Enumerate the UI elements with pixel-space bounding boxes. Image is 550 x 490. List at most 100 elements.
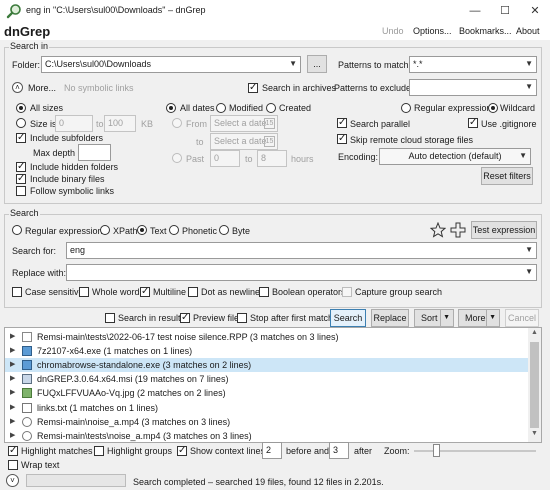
case-sensitive-checkbox[interactable]	[12, 287, 22, 297]
dot-newline-checkbox[interactable]	[188, 287, 198, 297]
sort-button[interactable]: Sort ▼	[414, 309, 454, 327]
result-row[interactable]: ▶ Remsi-main\tests\noise_a.mp4 (3 matches…	[5, 429, 530, 442]
wildcard-radio[interactable]	[488, 103, 498, 113]
search-byte-radio[interactable]	[219, 225, 229, 235]
search-phonetic-radio[interactable]	[169, 225, 179, 235]
result-row[interactable]: ▶ FUQxLFFVUAAo-Vq.jpg (2 matches on 2 lin…	[5, 386, 530, 400]
multiline-checkbox[interactable]	[140, 285, 150, 299]
results-tree[interactable]: ▶ Remsi-main\tests\2022-06-17 test noise …	[4, 327, 542, 443]
context-after-input[interactable]: 3	[329, 442, 349, 459]
about-menu[interactable]: About	[516, 26, 540, 36]
expand-chevron-icon[interactable]: ▶	[10, 330, 15, 344]
search-button[interactable]: Search	[330, 309, 366, 327]
chevron-down-icon[interactable]: ▼	[519, 151, 527, 160]
size-is-radio[interactable]	[16, 118, 26, 128]
reset-filters-button[interactable]: Reset filters	[481, 167, 533, 185]
result-row[interactable]: ▶ dnGREP.3.0.64.x64.msi (19 matches on 7 …	[5, 372, 530, 386]
from-date-radio[interactable]	[172, 118, 182, 128]
calendar-icon[interactable]: 15	[264, 136, 275, 147]
from-date-picker[interactable]: Select a date 15	[210, 115, 278, 132]
encoding-select[interactable]: Auto detection (default) ▼	[379, 148, 531, 165]
highlight-groups-checkbox[interactable]	[94, 446, 104, 456]
expand-more-icon[interactable]: ˄	[12, 82, 23, 93]
patterns-match-input[interactable]: *.* ▼	[409, 56, 537, 73]
minimize-icon[interactable]: —	[460, 0, 490, 22]
created-radio[interactable]	[266, 103, 276, 113]
undo-menu[interactable]: Undo	[382, 26, 404, 36]
include-binary-checkbox[interactable]	[16, 172, 26, 186]
results-scrollbar[interactable]: ▲ ▼	[528, 328, 541, 442]
modified-radio[interactable]	[216, 103, 226, 113]
test-expression-button[interactable]: Test expression	[471, 221, 537, 239]
close-icon[interactable]: ✕	[520, 0, 550, 22]
calendar-icon[interactable]: 15	[264, 118, 275, 129]
more-toggle[interactable]: More...	[28, 83, 56, 93]
include-hidden-checkbox[interactable]	[16, 160, 26, 174]
search-in-results-checkbox[interactable]	[105, 313, 115, 323]
highlight-matches-checkbox[interactable]	[8, 444, 18, 458]
regex-pattern-radio[interactable]	[401, 103, 411, 113]
search-archives-checkbox[interactable]	[248, 81, 258, 95]
result-row[interactable]: ▶ links.txt (1 matches on 1 lines)	[5, 401, 530, 415]
all-sizes-radio[interactable]	[16, 103, 26, 113]
result-row[interactable]: ▶ chromabrowse-standalone.exe (3 matches …	[5, 358, 530, 373]
bookmarks-menu[interactable]: Bookmarks...	[459, 26, 512, 36]
stop-after-first-checkbox[interactable]	[237, 313, 247, 323]
to-date-picker[interactable]: Select a date 15	[210, 133, 278, 150]
use-gitignore-checkbox[interactable]	[468, 116, 478, 130]
size-from-input[interactable]: 0	[55, 115, 93, 132]
chevron-down-icon[interactable]: ▼	[525, 59, 533, 68]
expand-chevron-icon[interactable]: ▶	[10, 358, 15, 372]
cancel-button[interactable]: Cancel	[505, 309, 539, 327]
chevron-down-icon[interactable]: ▼	[289, 59, 297, 68]
expand-chevron-icon[interactable]: ▶	[10, 429, 15, 442]
include-subfolders-checkbox[interactable]	[16, 131, 26, 145]
star-icon[interactable]	[430, 222, 446, 238]
replace-with-input[interactable]: ▼	[66, 264, 537, 281]
scroll-down-icon[interactable]: ▼	[531, 430, 538, 437]
chevron-down-icon[interactable]: ▼	[525, 245, 533, 254]
patterns-exclude-input[interactable]: ▼	[409, 79, 537, 96]
whole-word-checkbox[interactable]	[79, 287, 89, 297]
scroll-thumb[interactable]	[530, 342, 539, 428]
wrap-text-checkbox[interactable]	[8, 460, 18, 470]
follow-symlinks-checkbox[interactable]	[16, 186, 26, 196]
all-dates-radio[interactable]	[166, 103, 176, 113]
result-row[interactable]: ▶ Remsi-main\tests\2022-06-17 test noise …	[5, 330, 530, 344]
expand-chevron-icon[interactable]: ▶	[10, 372, 15, 386]
maximize-icon[interactable]: ☐	[490, 0, 520, 22]
options-menu[interactable]: Options...	[413, 26, 452, 36]
past-from-input[interactable]: 0	[210, 150, 240, 167]
expand-chevron-icon[interactable]: ▶	[10, 415, 15, 429]
replace-button[interactable]: Replace	[371, 309, 409, 327]
chevron-down-icon[interactable]: ▼	[486, 310, 496, 326]
chevron-down-icon[interactable]: ▼	[525, 267, 533, 276]
search-parallel-checkbox[interactable]	[337, 116, 347, 130]
plus-icon[interactable]	[450, 222, 466, 238]
zoom-slider-thumb[interactable]	[433, 444, 440, 457]
search-text-radio[interactable]	[137, 225, 147, 235]
result-row[interactable]: ▶ Remsi-main\noise_a.mp4 (3 matches on 3 …	[5, 415, 530, 429]
max-depth-input[interactable]	[78, 144, 111, 161]
more-button[interactable]: More ▼	[458, 309, 500, 327]
search-regex-radio[interactable]	[12, 225, 22, 235]
result-row[interactable]: ▶ 7z2107-x64.exe (1 matches on 1 lines)	[5, 344, 530, 358]
collapse-icon[interactable]: ˅	[6, 474, 19, 487]
expand-chevron-icon[interactable]: ▶	[10, 386, 15, 400]
capture-group-checkbox[interactable]	[342, 287, 352, 297]
past-radio[interactable]	[172, 153, 182, 163]
search-for-input[interactable]: eng ▼	[66, 242, 537, 259]
context-before-input[interactable]: 2	[262, 442, 282, 459]
preview-file-checkbox[interactable]	[180, 311, 190, 325]
expand-chevron-icon[interactable]: ▶	[10, 344, 15, 358]
search-xpath-radio[interactable]	[100, 225, 110, 235]
browse-button[interactable]: ...	[307, 55, 327, 73]
folder-input[interactable]: C:\Users\sul00\Downloads ▼	[41, 56, 301, 73]
boolean-ops-checkbox[interactable]	[259, 287, 269, 297]
show-context-checkbox[interactable]	[177, 444, 187, 458]
past-to-input[interactable]: 8	[257, 150, 287, 167]
chevron-down-icon[interactable]: ▼	[440, 310, 450, 326]
scroll-up-icon[interactable]: ▲	[531, 329, 538, 336]
expand-chevron-icon[interactable]: ▶	[10, 401, 15, 415]
skip-cloud-checkbox[interactable]	[337, 132, 347, 146]
